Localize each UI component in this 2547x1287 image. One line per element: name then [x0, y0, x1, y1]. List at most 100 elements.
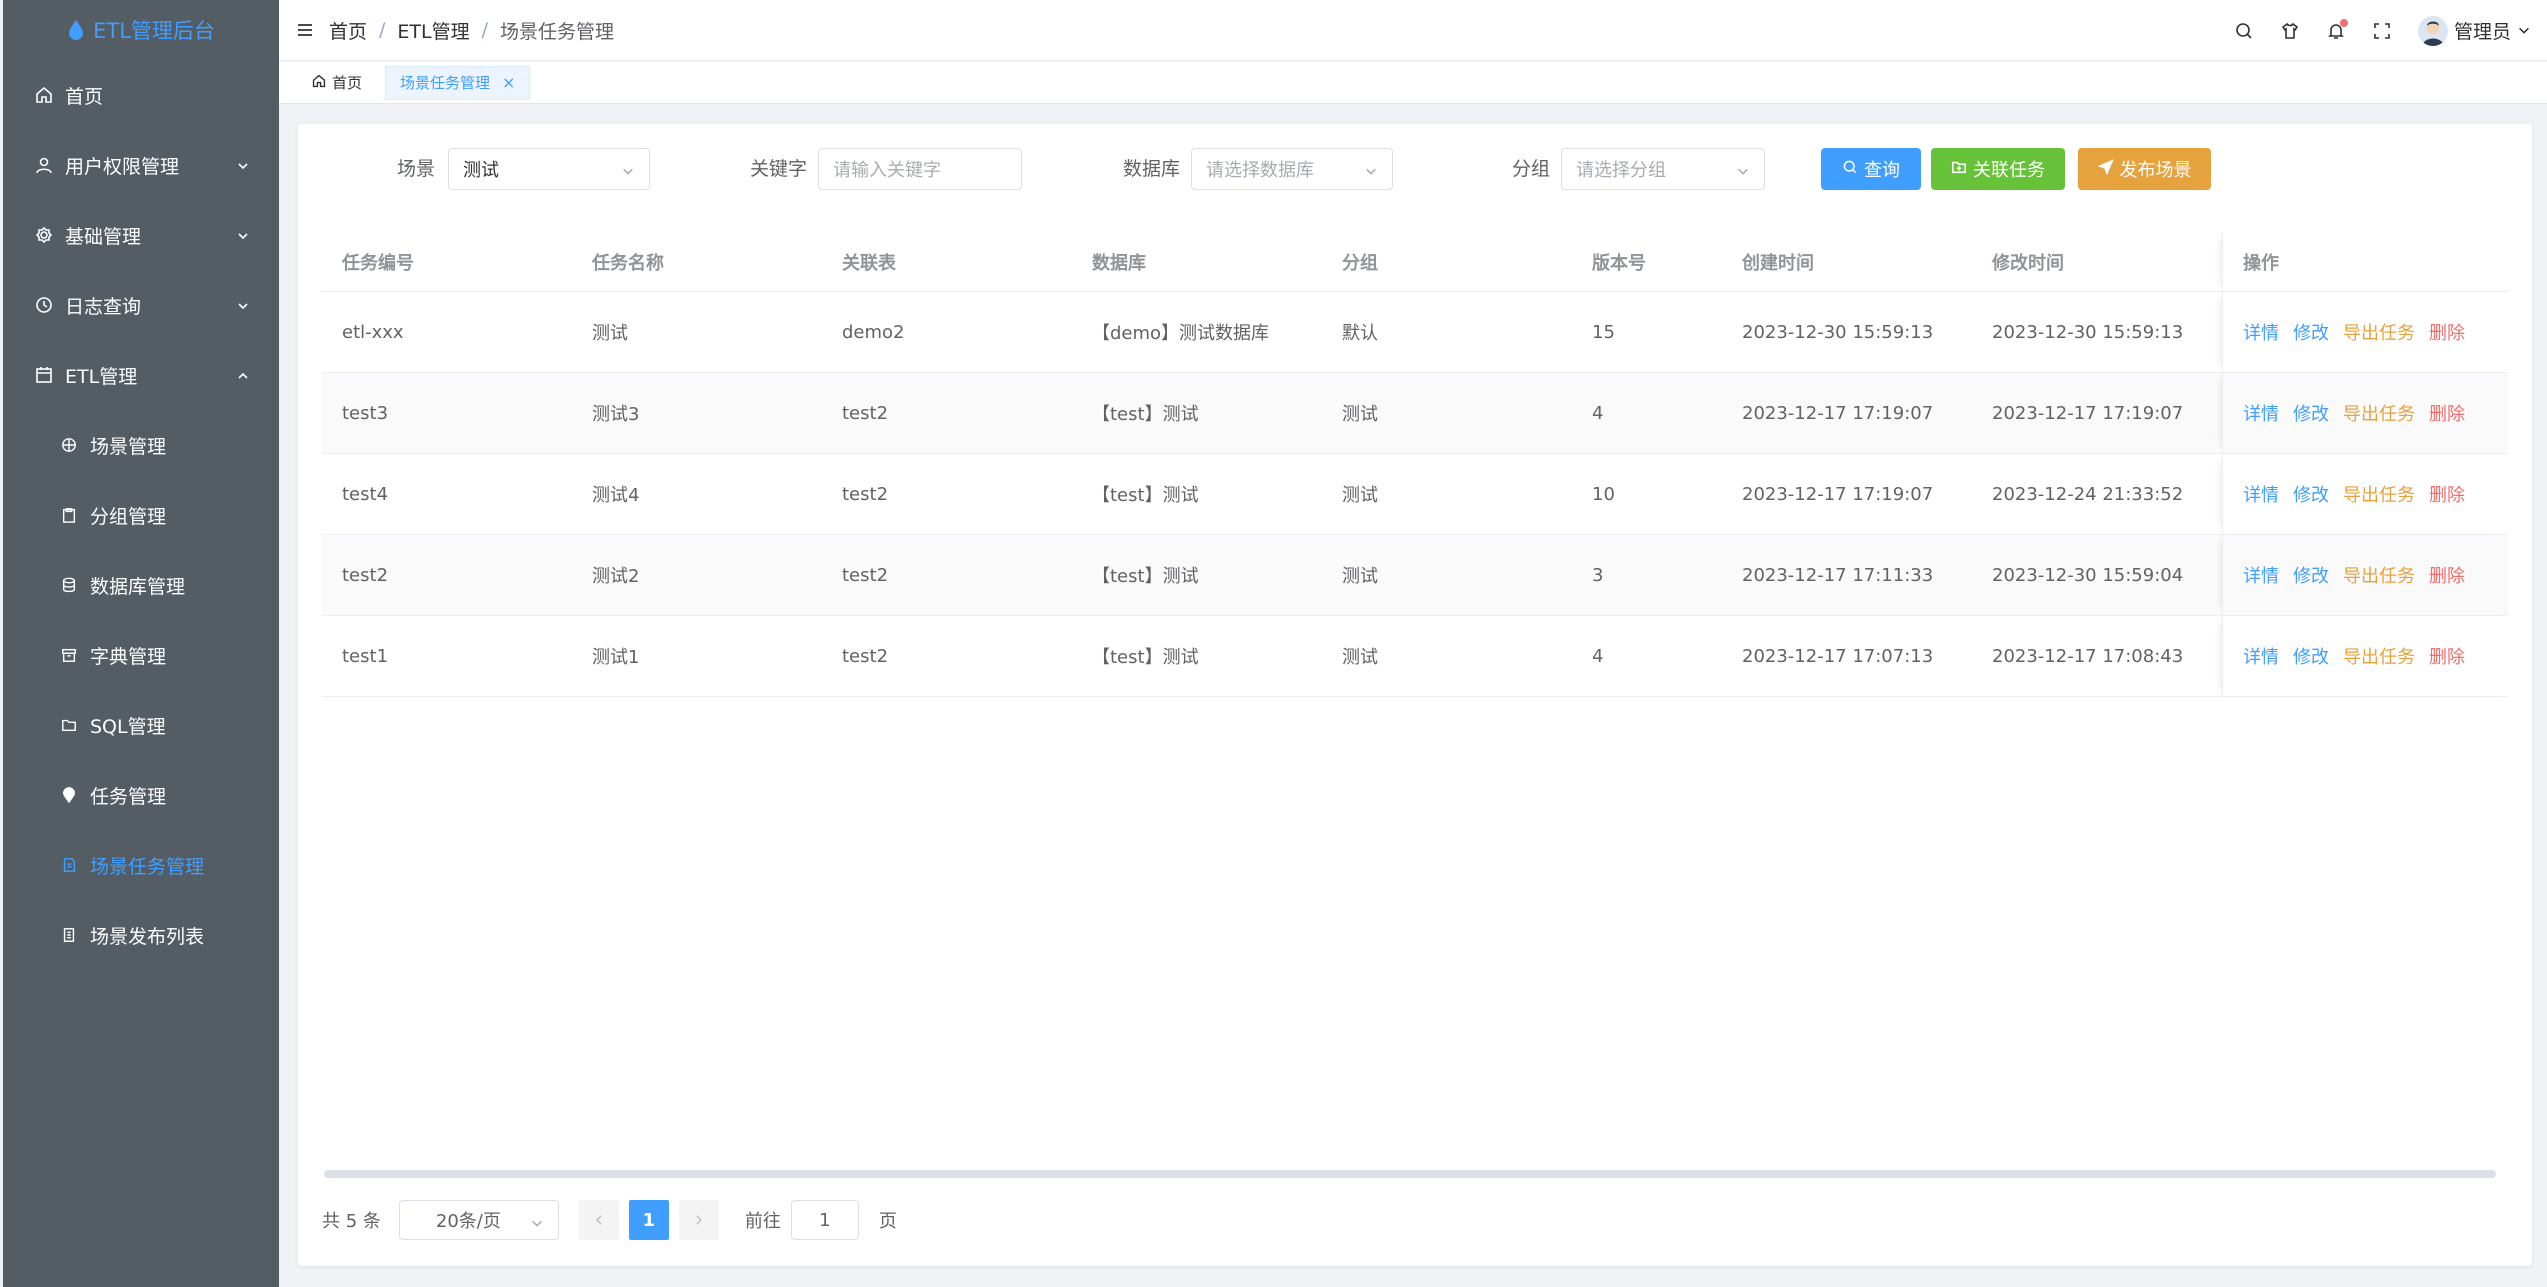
- next-page-button[interactable]: [678, 1200, 719, 1240]
- sidebar-item-task-management[interactable]: 任务管理: [3, 760, 279, 830]
- horizontal-scrollbar[interactable]: [324, 1170, 2496, 1178]
- table-cell: 测试: [1342, 566, 1378, 587]
- user-name: 管理员: [2453, 21, 2511, 43]
- delete-link[interactable]: 删除: [2429, 481, 2465, 507]
- fullscreen-icon[interactable]: [2372, 21, 2392, 41]
- sidebar-item-home[interactable]: 首页: [3, 60, 279, 130]
- export-task-link[interactable]: 导出任务: [2343, 481, 2415, 507]
- edit-link[interactable]: 修改: [2293, 319, 2329, 345]
- row-actions: 详情 修改 导出任务 删除: [2222, 454, 2508, 534]
- sidebar-item-scene-publish-list[interactable]: 场景发布列表: [3, 900, 279, 970]
- sidebar-item-log-query[interactable]: 日志查询: [3, 270, 279, 340]
- app-logo[interactable]: ETL管理后台: [3, 0, 279, 60]
- goto-label: 前往: [744, 1211, 781, 1232]
- sidebar-item-user-permissions[interactable]: 用户权限管理: [3, 130, 279, 200]
- delete-link[interactable]: 删除: [2429, 643, 2465, 669]
- table-cell: 2023-12-17 17:19:07: [1742, 402, 1934, 424]
- keyword-input[interactable]: 请输入关键字: [818, 148, 1022, 190]
- delete-link[interactable]: 删除: [2429, 562, 2465, 588]
- table-cell: 【test】测试: [1092, 404, 1199, 425]
- detail-link[interactable]: 详情: [2243, 400, 2279, 426]
- search-button[interactable]: 查询: [1821, 148, 1921, 190]
- chevron-down-icon: [2517, 20, 2531, 42]
- avatar: [2417, 15, 2448, 46]
- table-cell: test2: [342, 564, 389, 586]
- page-size-value: 20条/页: [435, 1211, 501, 1232]
- page-number-current[interactable]: 1: [628, 1200, 669, 1240]
- home-icon: [35, 86, 53, 104]
- page-size-select[interactable]: 20条/页: [398, 1200, 559, 1240]
- tag-scene-task-management[interactable]: 场景任务管理 ×: [385, 65, 531, 100]
- chevron-down-icon: [235, 157, 251, 173]
- edit-link[interactable]: 修改: [2293, 481, 2329, 507]
- group-select[interactable]: 请选择分组: [1561, 148, 1765, 190]
- export-task-link[interactable]: 导出任务: [2343, 400, 2415, 426]
- sidebar-item-basic-management[interactable]: 基础管理: [3, 200, 279, 270]
- table-cell: test1: [342, 645, 389, 667]
- breadcrumb-etl[interactable]: ETL管理: [397, 17, 469, 44]
- prev-page-button[interactable]: [578, 1200, 619, 1240]
- close-icon[interactable]: ×: [502, 73, 515, 92]
- table-header: 任务编号 任务名称 关联表 数据库 分组 版本号 创建时间 修改时间 操作: [322, 232, 2508, 292]
- sidebar-item-etl-management[interactable]: ETL管理: [3, 340, 279, 410]
- detail-link[interactable]: 详情: [2243, 319, 2279, 345]
- link-task-button[interactable]: 关联任务: [1931, 148, 2065, 190]
- table-cell: 4: [1592, 402, 1604, 424]
- sidebar-item-label: 分组管理: [90, 505, 167, 528]
- sidebar-item-scene-management[interactable]: 场景管理: [3, 410, 279, 480]
- gear-icon: [35, 226, 53, 244]
- sidebar-item-label: 用户权限管理: [65, 155, 180, 178]
- table-cell: 2023-12-17 17:07:13: [1742, 645, 1934, 667]
- export-task-link[interactable]: 导出任务: [2343, 643, 2415, 669]
- group-label: 分组: [1512, 158, 1551, 180]
- goto-page-input[interactable]: 1: [790, 1200, 859, 1240]
- send-icon: [2097, 158, 2114, 180]
- delete-link[interactable]: 删除: [2429, 400, 2465, 426]
- export-task-link[interactable]: 导出任务: [2343, 562, 2415, 588]
- table-cell: 2023-12-17 17:19:07: [1992, 402, 2184, 424]
- sidebar-item-label: SQL管理: [90, 715, 166, 738]
- table-cell: 2023-12-17 17:11:33: [1742, 564, 1934, 586]
- detail-link[interactable]: 详情: [2243, 481, 2279, 507]
- user-menu[interactable]: 管理员: [2417, 15, 2531, 46]
- scene-select[interactable]: 测试: [448, 148, 650, 190]
- hamburger-icon[interactable]: [295, 20, 315, 40]
- database-select[interactable]: 请选择数据库: [1191, 148, 1393, 190]
- user-icon: [35, 156, 53, 174]
- link-task-button-label: 关联任务: [1973, 160, 2045, 181]
- pagination: 共 5 条 20条/页 1 前往 1 页: [322, 1200, 897, 1240]
- bell-icon[interactable]: [2326, 18, 2348, 41]
- sidebar-item-group-management[interactable]: 分组管理: [3, 480, 279, 550]
- search-icon[interactable]: [2234, 21, 2254, 41]
- breadcrumb-home[interactable]: 首页: [329, 17, 367, 44]
- detail-link[interactable]: 详情: [2243, 643, 2279, 669]
- folder-icon: [60, 716, 78, 734]
- table-body: etl-xxx 测试 demo2 【demo】测试数据库 默认 15 2023-12-30 …: [322, 292, 2508, 697]
- detail-link[interactable]: 详情: [2243, 562, 2279, 588]
- column-header: 分组: [1342, 252, 1378, 274]
- table-cell: test2: [842, 645, 889, 667]
- task-table: 任务编号 任务名称 关联表 数据库 分组 版本号 创建时间 修改时间 操作 et…: [322, 232, 2508, 697]
- delete-link[interactable]: 删除: [2429, 319, 2465, 345]
- pagination-total: 共 5 条: [322, 1211, 381, 1232]
- tag-home[interactable]: 首页: [297, 66, 377, 100]
- publish-scene-button[interactable]: 发布场景: [2078, 148, 2211, 190]
- shirt-icon[interactable]: [2280, 21, 2300, 41]
- edit-link[interactable]: 修改: [2293, 400, 2329, 426]
- globe-icon: [60, 436, 78, 454]
- table-cell: 测试: [592, 323, 628, 344]
- export-task-link[interactable]: 导出任务: [2343, 319, 2415, 345]
- edit-link[interactable]: 修改: [2293, 562, 2329, 588]
- sidebar-item-sql-management[interactable]: SQL管理: [3, 690, 279, 760]
- tag-label: 首页: [332, 74, 363, 92]
- sidebar-item-dictionary-management[interactable]: 字典管理: [3, 620, 279, 690]
- table-cell: 【demo】测试数据库: [1092, 323, 1270, 344]
- database-icon: [60, 576, 78, 594]
- sidebar-item-scene-task-management[interactable]: 场景任务管理: [3, 830, 279, 900]
- sidebar-item-database-management[interactable]: 数据库管理: [3, 550, 279, 620]
- column-header: 关联表: [842, 252, 896, 274]
- table-cell: 【test】测试: [1092, 566, 1199, 587]
- tag-label: 场景任务管理: [400, 74, 491, 92]
- edit-link[interactable]: 修改: [2293, 643, 2329, 669]
- keyword-placeholder: 请输入关键字: [833, 160, 941, 181]
